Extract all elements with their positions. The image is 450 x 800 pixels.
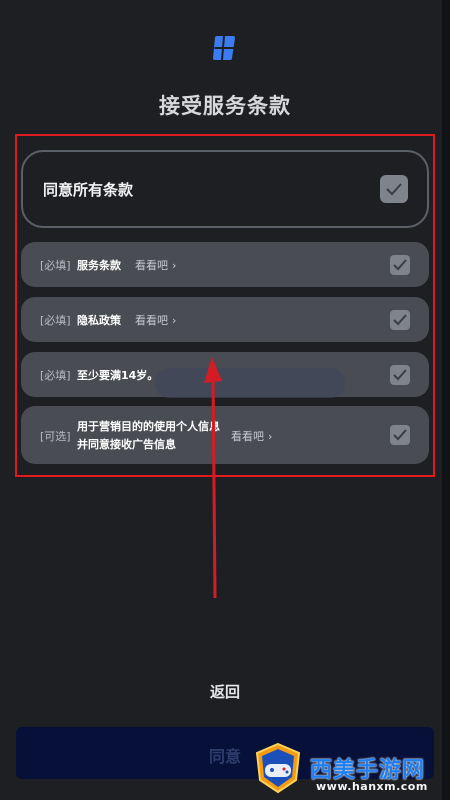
optional-tag: [可选] [40,430,71,443]
side-strip [442,0,450,800]
check-icon [393,369,407,381]
check-icon [393,259,407,271]
terms-checkbox[interactable] [390,425,410,445]
check-icon [393,429,407,441]
gamepad-badge-icon [255,742,301,794]
view-link[interactable]: 看看吧 › [231,428,272,444]
terms-checkbox[interactable] [390,310,410,330]
terms-row-service[interactable]: [必填] 服务条款 看看吧 › [21,242,429,287]
annotation-arrow [204,357,222,599]
check-icon [393,314,407,326]
required-tag: [必填] [40,314,71,327]
terms-name: 用于营销目的的使用个人信息 并同意接收广告信息 [77,420,220,451]
chevron-right-icon: › [172,259,177,272]
terms-name: 隐私政策 [77,314,121,327]
agree-all-row[interactable]: 同意所有条款 [21,150,429,228]
terms-screen: 接受服务条款 同意所有条款 [必填] 服务条款 看看吧 › [必填] 隐私政策 看… [0,0,450,800]
chevron-right-icon: › [268,430,273,443]
terms-name: 服务条款 [77,259,121,272]
terms-checkbox[interactable] [390,365,410,385]
watermark-site-url: www.hanxm.com [316,780,428,793]
chevron-right-icon: › [172,314,177,327]
view-link[interactable]: 看看吧 › [135,312,176,328]
back-button[interactable]: 返回 [0,681,450,702]
page-title: 接受服务条款 [159,94,291,118]
terms-name: 至少要满14岁。 [77,369,159,382]
required-tag: [必填] [40,259,71,272]
required-tag: [必填] [40,369,71,382]
check-icon [386,183,402,196]
app-logo-icon [213,35,235,61]
terms-row-privacy[interactable]: [必填] 隐私政策 看看吧 › [21,297,429,342]
agree-all-label: 同意所有条款 [43,181,134,199]
view-link[interactable]: 看看吧 › [135,257,176,273]
watermark-overlay [155,368,345,398]
agree-all-checkbox[interactable] [380,175,408,203]
terms-checkbox[interactable] [390,255,410,275]
